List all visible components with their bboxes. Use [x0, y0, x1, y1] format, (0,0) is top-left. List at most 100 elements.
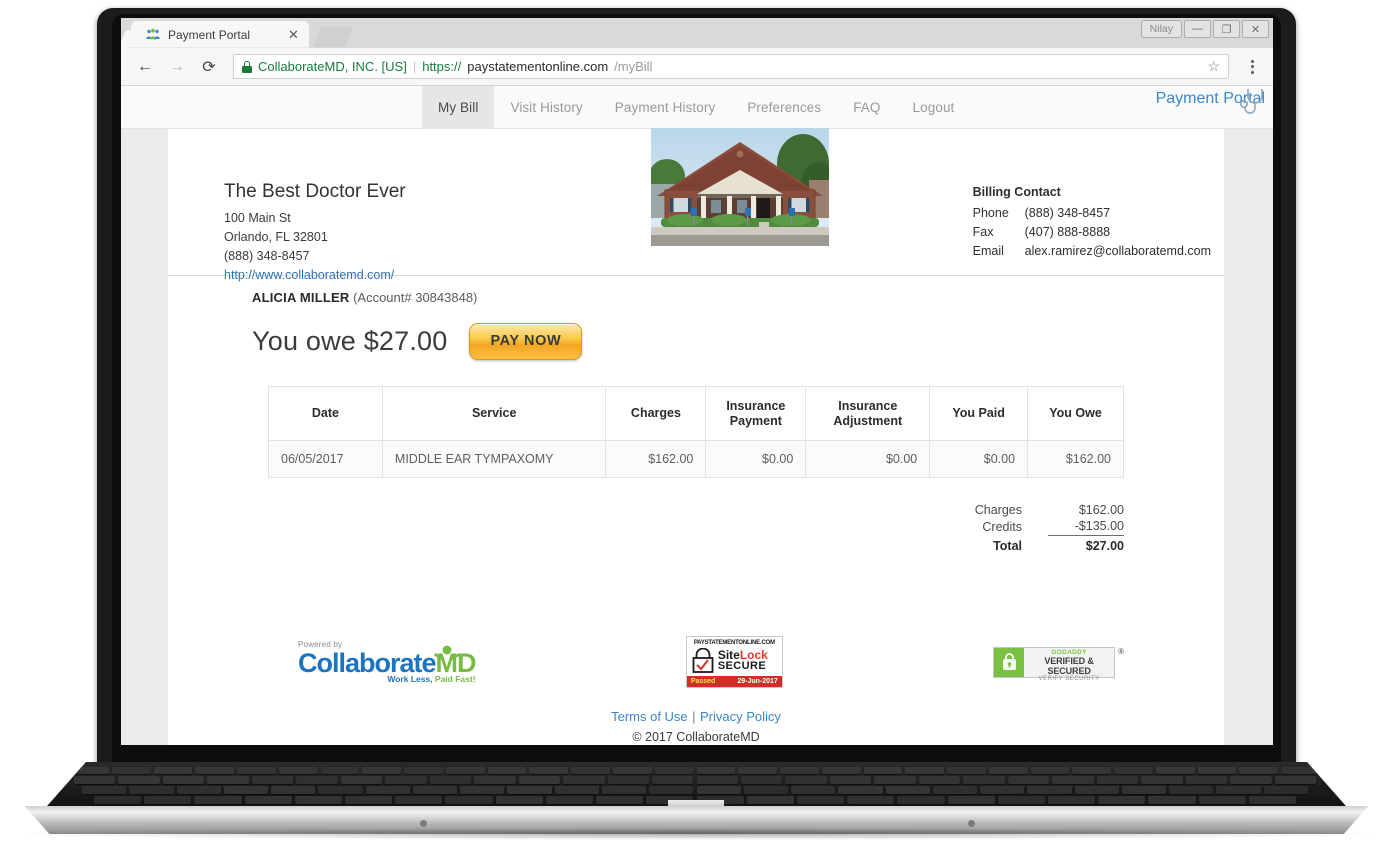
page-footer: Powered by CollaborateMD Work Less, Paid… — [168, 554, 1224, 744]
laptop-foot-left — [420, 820, 427, 827]
balance-row: You owe $27.00 PAY NOW — [168, 305, 1224, 360]
bill-body: ALICIA MILLER (Account# 30843848) You ow… — [168, 276, 1224, 744]
totals-charges-row: Charges $162.00 — [975, 502, 1124, 518]
godaddy-seal: GODADDY VERIFIED & SECURED VERIFY SECURI… — [993, 647, 1115, 678]
amount-owed-text: You owe $27.00 — [252, 326, 447, 357]
th-insurance-payment-l1: Insurance — [726, 399, 785, 413]
restore-icon[interactable]: ❐ — [1213, 20, 1240, 38]
address-bar[interactable]: CollaborateMD, INC. [US] | https:// pays… — [233, 54, 1229, 79]
close-icon[interactable]: ✕ — [286, 27, 301, 42]
totals-credits-row: Credits -$135.00 — [975, 518, 1124, 536]
billing-email-label: Email — [973, 242, 1025, 261]
billing-email-value: alex.ramirez@collaboratemd.com — [1025, 242, 1211, 261]
practice-photo-wrapper — [651, 128, 829, 246]
nav-item-preferences[interactable]: Preferences — [731, 86, 837, 129]
godaddy-lock-icon — [994, 648, 1024, 677]
cell-insurance-adjustment: $0.00 — [806, 441, 930, 478]
totals-total-label: Total — [975, 536, 1048, 555]
th-insurance-adjustment-l2: Adjustment — [833, 414, 902, 428]
billing-email-row: Email alex.ramirez@collaboratemd.com — [973, 242, 1211, 261]
browser-window: Payment Portal ✕ Nilay — ❐ ✕ ← → ⟳ Colla… — [121, 18, 1273, 745]
practice-masthead: The Best Doctor Ever 100 Main St Orlando… — [168, 129, 1224, 276]
billing-phone-value: (888) 348-8457 — [1025, 204, 1110, 223]
totals-total-value: $27.00 — [1048, 536, 1124, 555]
billing-phone-row: Phone (888) 348-8457 — [973, 204, 1211, 223]
billing-phone-label: Phone — [973, 204, 1025, 223]
laptop-mockup: Payment Portal ✕ Nilay — ❐ ✕ ← → ⟳ Colla… — [0, 0, 1393, 841]
collaboratemd-logo: Powered by CollaborateMD Work Less, Paid… — [298, 640, 476, 684]
th-charges: Charges — [606, 387, 706, 441]
cell-you-owe: $162.00 — [1028, 441, 1124, 478]
godaddy-badge[interactable]: GODADDY VERIFIED & SECURED VERIFY SECURI… — [993, 647, 1124, 678]
footer-badges: Powered by CollaborateMD Work Less, Paid… — [168, 636, 1224, 688]
practice-phone: (888) 348-8457 — [224, 247, 578, 266]
bookmark-star-icon[interactable]: ☆ — [1207, 58, 1220, 75]
practice-info: The Best Doctor Ever 100 Main St Orlando… — [178, 145, 578, 275]
charges-table-head: Date Service Charges Insurance Payment I… — [269, 387, 1124, 441]
practice-building-photo — [651, 128, 829, 246]
page-body: My Bill Visit History Payment History Pr… — [121, 86, 1273, 745]
user-profile-button[interactable]: Nilay — [1141, 20, 1182, 38]
nav-item-logout[interactable]: Logout — [897, 86, 971, 129]
reload-icon[interactable]: ⟳ — [195, 53, 223, 81]
copyright-text: © 2017 CollaborateMD — [168, 726, 1224, 744]
privacy-policy-link[interactable]: Privacy Policy — [700, 709, 781, 724]
totals-total-row: Total $27.00 — [975, 536, 1124, 555]
th-insurance-payment: Insurance Payment — [706, 387, 806, 441]
godaddy-verify-link[interactable]: VERIFY SECURITY — [1024, 676, 1114, 682]
practice-address-1: 100 Main St — [224, 209, 578, 228]
totals-credits-label: Credits — [975, 518, 1048, 536]
th-insurance-payment-l2: Payment — [730, 414, 782, 428]
nav-item-visit-history[interactable]: Visit History — [494, 86, 598, 129]
window-close-icon[interactable]: ✕ — [1242, 20, 1269, 38]
billing-fax-label: Fax — [973, 223, 1025, 242]
site-identity-label: CollaborateMD, INC. [US] — [258, 59, 407, 74]
th-insurance-adjustment-l1: Insurance — [838, 399, 897, 413]
tagline-part-1: Work Less, — [387, 674, 432, 684]
cell-insurance-payment: $0.00 — [706, 441, 806, 478]
th-you-owe: You Owe — [1028, 387, 1124, 441]
minimize-icon[interactable]: — — [1184, 20, 1211, 38]
pay-now-button[interactable]: PAY NOW — [469, 323, 582, 360]
billing-contact: Billing Contact Phone (888) 348-8457 Fax… — [973, 183, 1211, 261]
nav-links: My Bill Visit History Payment History Pr… — [422, 86, 970, 129]
padlock-icon — [692, 648, 714, 673]
sitelock-wordmark: SiteLock SECURE — [718, 649, 768, 672]
nav-item-my-bill[interactable]: My Bill — [422, 86, 494, 129]
cell-service: MIDDLE EAR TYMPAXOMY — [382, 441, 606, 478]
totals-charges-label: Charges — [975, 502, 1048, 518]
sitelock-main: SiteLock SECURE — [687, 648, 782, 676]
godaddy-brand: GODADDY — [1024, 649, 1114, 656]
sitelock-badge[interactable]: PAYSTATEMENTONLINE.COM SiteLock SECURE P… — [686, 636, 783, 688]
godaddy-verified-label: VERIFIED & SECURED — [1024, 656, 1114, 676]
cell-charges: $162.00 — [606, 441, 706, 478]
browser-toolbar: ← → ⟳ CollaborateMD, INC. [US] | https:/… — [121, 48, 1273, 86]
person-icon — [432, 645, 462, 672]
registered-trademark-symbol: ® — [1118, 647, 1124, 656]
laptop-shadow — [20, 828, 1373, 840]
sitelock-scan-date: 29-Jun-2017 — [737, 678, 777, 685]
th-you-paid: You Paid — [930, 387, 1028, 441]
window-controls: Nilay — ❐ ✕ — [1141, 20, 1269, 38]
terms-of-use-link[interactable]: Terms of Use — [611, 709, 688, 724]
new-tab-button[interactable] — [313, 27, 353, 47]
th-insurance-adjustment: Insurance Adjustment — [806, 387, 930, 441]
url-scheme: https:// — [422, 59, 461, 74]
nav-item-faq[interactable]: FAQ — [837, 86, 896, 129]
patient-account: (Account# 30843848) — [353, 290, 477, 305]
site-favicon — [145, 28, 161, 41]
legal-links: Terms of Use | Privacy Policy — [168, 688, 1224, 726]
browser-tab[interactable]: Payment Portal ✕ — [131, 21, 309, 48]
chrome-menu-icon[interactable] — [1241, 60, 1263, 74]
charges-table-body: 06/05/2017 MIDDLE EAR TYMPAXOMY $162.00 … — [269, 441, 1124, 478]
nav-item-payment-history[interactable]: Payment History — [599, 86, 732, 129]
billing-contact-title: Billing Contact — [973, 183, 1211, 202]
th-date: Date — [269, 387, 383, 441]
sitelock-secure-word: SECURE — [718, 661, 768, 672]
totals-summary: Charges $162.00 Credits -$135.00 Total $… — [975, 502, 1124, 554]
forward-icon[interactable]: → — [163, 53, 191, 81]
back-icon[interactable]: ← — [131, 53, 159, 81]
cell-you-paid: $0.00 — [930, 441, 1028, 478]
brand-logo: Payment Portal — [1156, 90, 1265, 108]
patient-name: ALICIA MILLER — [252, 290, 349, 305]
